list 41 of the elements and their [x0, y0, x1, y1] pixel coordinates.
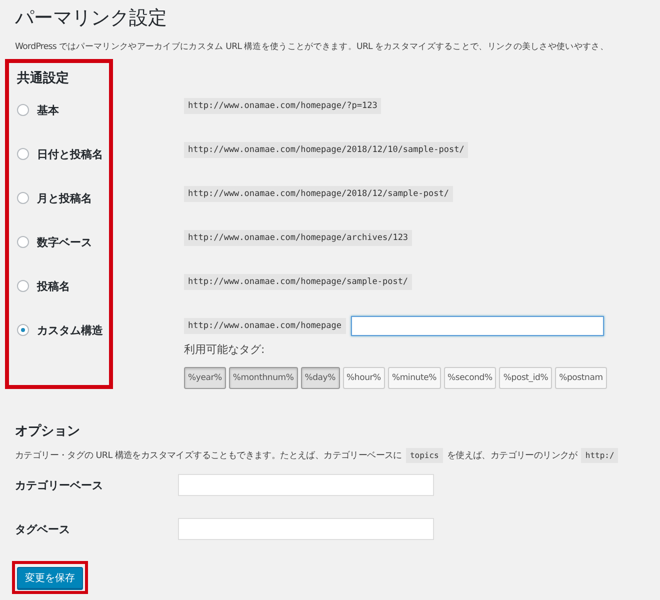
url-example: http://www.onamae.com/homepage/2018/12/10/sample-post/: [184, 142, 468, 158]
radio-button[interactable]: [17, 192, 29, 204]
radio-button[interactable]: [17, 324, 29, 336]
option-label: 月と投稿名: [37, 190, 92, 206]
save-button[interactable]: 変更を保存: [17, 567, 83, 589]
radio-button[interactable]: [17, 280, 29, 292]
url-example: http://www.onamae.com/homepage: [184, 318, 346, 334]
radio-button[interactable]: [17, 148, 29, 160]
option-label: 投稿名: [37, 278, 70, 294]
url-example: http://www.onamae.com/homepage/?p=123: [184, 98, 382, 114]
url-example: http://www.onamae.com/homepage/sample-post/: [184, 274, 412, 290]
tag-button[interactable]: %hour%: [342, 367, 385, 389]
code-sample: topics: [406, 448, 443, 463]
tag-button[interactable]: %postnam: [555, 367, 607, 389]
field-label: タグベース: [15, 522, 71, 536]
tag-button[interactable]: %monthnum%: [228, 367, 298, 389]
text-field[interactable]: [178, 518, 434, 540]
text-field[interactable]: [178, 474, 434, 496]
url-example: http://www.onamae.com/homepage/2018/12/sample-post/: [184, 186, 453, 202]
tag-button[interactable]: %year%: [184, 367, 226, 389]
intro-text: WordPress ではパーマリンクやアーカイブにカスタム URL 構造を使うことができます。URL をカスタマイズすることで、リンクの美しさや使いやすさ、: [15, 41, 610, 53]
description-text: カテゴリー・タグの URL 構造をカスタマイズすることもできます。たとえば、カテゴリーベースに: [15, 450, 402, 462]
tag-button[interactable]: %day%: [300, 367, 340, 389]
page-title: パーマリンク設定: [15, 6, 168, 31]
tag-button[interactable]: %second%: [444, 367, 496, 389]
url-example: http://www.onamae.com/homepage/archives/123: [184, 230, 412, 246]
option-label: カスタム構造: [37, 322, 103, 338]
tags-label: 利用可能なタグ:: [184, 342, 266, 357]
tag-button[interactable]: %post_id%: [499, 367, 552, 389]
option-label: 基本: [37, 102, 59, 118]
radio-button[interactable]: [17, 236, 29, 248]
option-label: 日付と投稿名: [37, 146, 103, 162]
tag-button[interactable]: %minute%: [388, 367, 440, 389]
section-heading: 共通設定: [17, 70, 70, 88]
custom-structure-field[interactable]: [350, 316, 604, 336]
field-label: カテゴリーベース: [15, 478, 104, 492]
description-text: を使えば、カテゴリーのリンクが: [446, 450, 578, 462]
option-label: 数字ベース: [37, 234, 92, 250]
radio-button[interactable]: [17, 104, 29, 116]
section-heading: オプション: [15, 422, 81, 441]
code-sample: http:/: [581, 448, 618, 463]
